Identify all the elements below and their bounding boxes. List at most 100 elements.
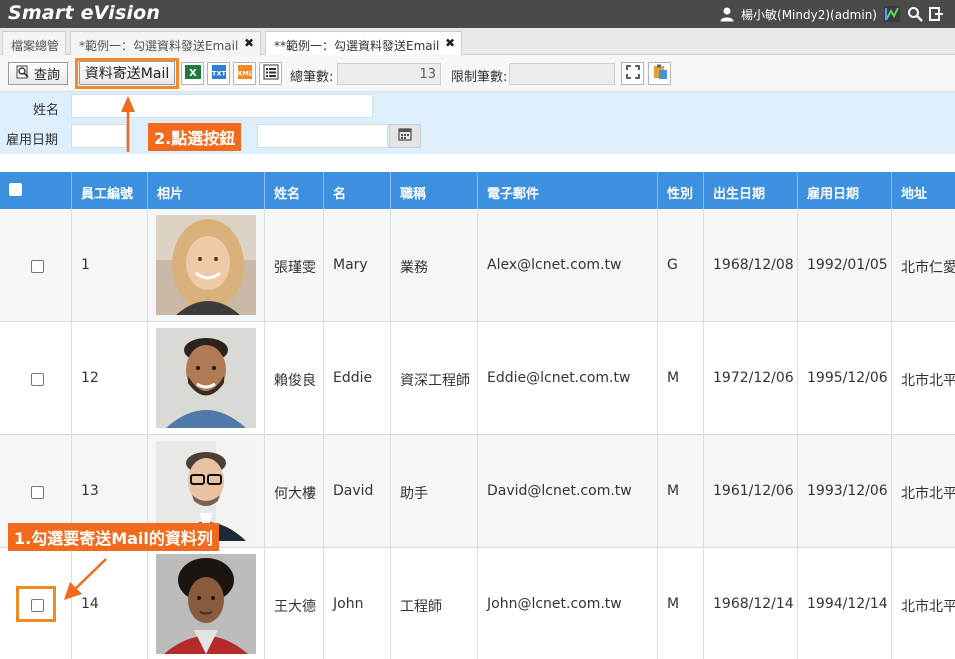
cell-first-name: John (324, 548, 391, 659)
query-panel: 姓名 雇用日期 (0, 92, 955, 154)
cell-birth-date: 1961/12/06 (704, 435, 798, 548)
tab-label: 檔案總管 (11, 39, 60, 53)
tab-label: *範例一：勾選資料發送Email (79, 39, 239, 53)
list-view-button[interactable] (259, 62, 282, 85)
row-checkbox[interactable] (31, 260, 44, 273)
user-icon[interactable] (719, 6, 735, 22)
tab-example-1[interactable]: *範例一：勾選資料發送Email ✖ (70, 31, 261, 55)
cell-gender: M (658, 435, 704, 548)
query-button[interactable]: 查詢 (8, 62, 68, 85)
export-xml-button[interactable]: XML (233, 62, 256, 85)
logout-icon[interactable] (929, 6, 943, 22)
toolbar: 查詢 資料寄送Mail X TXT XML 總筆數: 13 限制筆數: (0, 55, 955, 92)
query-icon (16, 65, 30, 83)
grid-header: 員工編號 相片 姓名 名 職稱 電子郵件 性別 出生日期 雇用日期 地址 (0, 172, 955, 209)
employee-photo (156, 554, 256, 654)
paste-icon (651, 63, 669, 85)
calendar-icon (398, 127, 412, 145)
svg-text:X: X (189, 68, 197, 79)
cell-name: 何大樓 (265, 435, 324, 548)
close-icon[interactable]: ✖ (445, 36, 455, 50)
excel-icon: X (184, 63, 202, 85)
col-header-name[interactable]: 姓名 (265, 172, 324, 209)
cell-hire-date: 1992/01/05 (798, 209, 892, 322)
cell-first-name: Eddie (324, 322, 391, 435)
table-row[interactable]: 1 張瑾雯 Mary 業務 Alex@lcnet.com.tw G 1968/1… (0, 209, 955, 322)
row-select-cell (0, 209, 72, 322)
cell-hire-date: 1994/12/14 (798, 548, 892, 659)
cell-address: 北市仁愛 (901, 260, 955, 276)
col-header-address[interactable]: 地址 (892, 172, 955, 209)
cell-title: 工程師 (391, 548, 478, 659)
cell-photo (148, 209, 265, 322)
cell-address: 北市北平 (901, 599, 955, 615)
user-name[interactable]: 楊小敏(Mindy2)(admin) (741, 6, 877, 23)
xml-icon: XML (236, 63, 254, 85)
cell-address: 北市北平 (901, 373, 955, 389)
title-bar: Smart eVision 楊小敏(Mindy2)(admin) (0, 0, 955, 28)
cell-name: 賴俊良 (265, 322, 324, 435)
col-header-email[interactable]: 電子郵件 (478, 172, 658, 209)
cell-email: Eddie@lcnet.com.tw (478, 322, 658, 435)
settings-button[interactable] (648, 62, 671, 85)
cell-title: 業務 (391, 209, 478, 322)
select-all-checkbox[interactable] (9, 183, 22, 196)
chart-tool-icon[interactable] (883, 5, 901, 23)
cell-title: 資深工程師 (391, 322, 478, 435)
cell-photo (148, 548, 265, 659)
cell-birth-date: 1968/12/08 (704, 209, 798, 322)
cell-title: 助手 (391, 435, 478, 548)
hire-date-label: 雇用日期 (6, 133, 59, 148)
search-icon[interactable] (907, 6, 923, 22)
calendar-button[interactable] (389, 124, 421, 148)
tab-label: **範例一：勾選資料發送Email (274, 39, 440, 53)
cell-gender: M (658, 548, 704, 659)
arrow-up-icon (121, 96, 135, 152)
app-window: Smart eVision 楊小敏(Mindy2)(admin) 檔案總管 *範… (0, 0, 955, 659)
send-mail-highlight (75, 58, 179, 89)
cell-photo (148, 322, 265, 435)
app-title: Smart eVision (8, 2, 161, 24)
cell-gender: M (658, 322, 704, 435)
name-input[interactable] (71, 94, 373, 118)
limit-count-label: 限制筆數: (451, 70, 508, 85)
cell-name: 張瑾雯 (265, 209, 324, 322)
row-checkbox[interactable] (31, 486, 44, 499)
cell-first-name: Mary (324, 209, 391, 322)
cell-id: 1 (72, 209, 148, 322)
table-row[interactable]: 14 王大德 John 工程師 John@lcnet.com.tw M 1968… (0, 548, 955, 659)
col-header-title[interactable]: 職稱 (391, 172, 478, 209)
user-area: 楊小敏(Mindy2)(admin) (719, 4, 943, 24)
row-select-cell (0, 322, 72, 435)
annotation-step-2: 2.點選按鈕 (148, 123, 242, 151)
cell-email: David@lcnet.com.tw (478, 435, 658, 548)
cell-hire-date: 1995/12/06 (798, 322, 892, 435)
select-all-cell (0, 172, 72, 209)
name-label: 姓名 (33, 103, 60, 118)
tab-file-manager[interactable]: 檔案總管 (2, 31, 66, 55)
limit-count-field[interactable] (509, 63, 615, 85)
annotation-step-1: 1.勾選要寄送Mail的資料列 (8, 523, 219, 551)
col-header-birth-date[interactable]: 出生日期 (704, 172, 798, 209)
employee-photo (156, 215, 256, 315)
export-excel-button[interactable]: X (181, 62, 204, 85)
hire-date-to-input[interactable] (257, 124, 388, 148)
cell-address: 北市北平 (901, 486, 955, 502)
col-header-photo[interactable]: 相片 (148, 172, 265, 209)
cell-hire-date: 1993/12/06 (798, 435, 892, 548)
total-count-label: 總筆數: (290, 70, 334, 85)
cell-id: 12 (72, 322, 148, 435)
col-header-first-name[interactable]: 名 (324, 172, 391, 209)
row-checkbox[interactable] (31, 373, 44, 386)
table-row[interactable]: 12 賴俊良 Eddie 資深工程師 Eddie@lcnet.com.tw M … (0, 322, 955, 435)
fullscreen-button[interactable] (621, 62, 644, 85)
cell-email: Alex@lcnet.com.tw (478, 209, 658, 322)
cell-first-name: David (324, 435, 391, 548)
close-icon[interactable]: ✖ (244, 36, 254, 50)
tab-example-1-active[interactable]: **範例一：勾選資料發送Email ✖ (265, 31, 462, 56)
col-header-id[interactable]: 員工編號 (72, 172, 148, 209)
employee-photo (156, 328, 256, 428)
col-header-gender[interactable]: 性別 (658, 172, 704, 209)
export-txt-button[interactable]: TXT (207, 62, 230, 85)
col-header-hire-date[interactable]: 雇用日期 (798, 172, 892, 209)
